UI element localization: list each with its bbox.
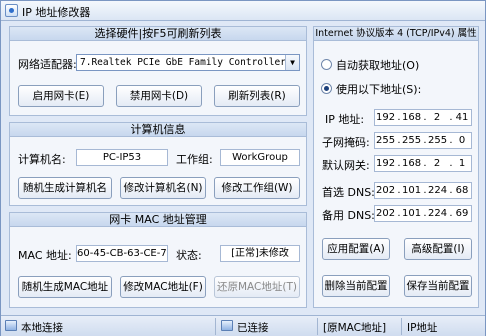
app-window: IP 地址修改器 选择硬件|按F5可刷新列表 网络适配器: 7.Realtek … (0, 0, 486, 336)
gateway-field[interactable]: 192 . 168 . 2 . 1 (374, 155, 472, 172)
ipv4-panel-header: Internet 协议版本 4 (TCP/IPv4) 属性 (314, 27, 478, 41)
subnet-mask-field[interactable]: 255 . 255 . 255 . 0 (374, 132, 472, 149)
mask-octet-3: 255 (428, 135, 448, 146)
ip-octet-1: 192 (376, 112, 396, 123)
mac-panel: 网卡 MAC 地址管理 MAC 地址: 60-45-CB-63-CE-7C 状态… (9, 212, 307, 308)
gateway-octet-4: 1 (458, 158, 466, 169)
gateway-octet-2: 168 (402, 158, 422, 169)
mask-octet-2: 255 (402, 135, 422, 146)
title-bar: IP 地址修改器 (1, 1, 485, 21)
dns2-octet-1: 202 (376, 208, 396, 219)
computer-panel-header: 计算机信息 (10, 123, 306, 137)
computer-panel: 计算机信息 计算机名: PC-IP53 工作组: WorkGroup 随机生成计… (9, 122, 307, 206)
dns2-field[interactable]: 202 . 101 . 224 . 69 (374, 205, 472, 222)
random-computer-name-button[interactable]: 随机生成计算机名 (18, 177, 112, 199)
status-bar: 本地连接 已连接 [原MAC地址] IP地址 (1, 315, 485, 336)
status-ip-state: IP地址 (407, 322, 438, 334)
status-separator (401, 318, 402, 335)
dns1-octet-1: 202 (376, 185, 396, 196)
dns1-field[interactable]: 202 . 101 . 224 . 68 (374, 182, 472, 199)
advanced-config-button[interactable]: 高级配置(I) (404, 238, 472, 260)
save-config-button[interactable]: 保存当前配置 (404, 275, 472, 297)
enable-adapter-button[interactable]: 启用网卡(E) (18, 85, 104, 107)
app-icon (5, 4, 18, 17)
mac-panel-header: 网卡 MAC 地址管理 (10, 213, 306, 227)
auto-address-radio[interactable] (321, 59, 332, 70)
ip-octet-3: 2 (433, 112, 441, 123)
refresh-list-button[interactable]: 刷新列表(R) (214, 85, 300, 107)
ip-octet-2: 168 (402, 112, 422, 123)
hardware-panel: 选择硬件|按F5可刷新列表 网络适配器: 7.Realtek PCIe GbE … (9, 26, 307, 116)
mac-address-label: MAC 地址: (18, 249, 72, 262)
status-connection-name: 本地连接 (21, 322, 63, 334)
ipv4-panel: Internet 协议版本 4 (TCP/IPv4) 属性 自动获取地址(O) … (313, 26, 479, 308)
status-connected: 已连接 (237, 322, 269, 334)
gateway-octet-1: 192 (376, 158, 396, 169)
adapter-select[interactable]: 7.Realtek PCIe GbE Family Controller ▼ (76, 54, 300, 71)
adapter-label: 网络适配器: (18, 58, 77, 71)
random-mac-button[interactable]: 随机生成MAC地址 (18, 276, 112, 298)
ip-address-field[interactable]: 192 . 168 . 2 . 41 (374, 109, 472, 126)
dns2-octet-3: 224 (428, 208, 448, 219)
dns2-label: 备用 DNS: (322, 209, 375, 222)
dns1-octet-2: 101 (402, 185, 422, 196)
dns1-octet-3: 224 (428, 185, 448, 196)
manual-address-radio[interactable] (321, 83, 332, 94)
adapter-select-value: 7.Realtek PCIe GbE Family Controller (80, 57, 286, 68)
network-icon (5, 320, 17, 331)
chevron-down-icon[interactable]: ▼ (285, 55, 299, 70)
dns2-octet-2: 101 (402, 208, 422, 219)
disable-adapter-button[interactable]: 禁用网卡(D) (116, 85, 202, 107)
apply-config-button[interactable]: 应用配置(A) (322, 238, 390, 260)
workgroup-label: 工作组: (176, 153, 213, 166)
workgroup-field[interactable]: WorkGroup (220, 149, 300, 166)
status-mac-state: [原MAC地址] (323, 322, 387, 334)
change-computer-name-button[interactable]: 修改计算机名(N) (120, 177, 206, 199)
mask-octet-4: 0 (458, 135, 466, 146)
computer-name-field[interactable]: PC-IP53 (76, 149, 168, 166)
connected-icon (221, 320, 233, 331)
gateway-label: 默认网关: (322, 159, 370, 172)
dns1-octet-4: 68 (455, 185, 469, 196)
hardware-panel-header: 选择硬件|按F5可刷新列表 (10, 27, 306, 41)
dns1-label: 首选 DNS: (322, 186, 375, 199)
ip-octet-4: 41 (455, 112, 469, 123)
mask-octet-1: 255 (376, 135, 396, 146)
manual-address-label[interactable]: 使用以下地址(S): (336, 81, 421, 97)
ip-address-label: IP 地址: (325, 113, 365, 126)
change-workgroup-button[interactable]: 修改工作组(W) (214, 177, 300, 199)
computer-name-label: 计算机名: (18, 153, 66, 166)
status-separator (317, 318, 318, 335)
dns2-octet-4: 69 (455, 208, 469, 219)
mac-address-field[interactable]: 60-45-CB-63-CE-7C (76, 245, 168, 262)
restore-mac-button[interactable]: 还原MAC地址(T) (214, 276, 300, 298)
gateway-octet-3: 2 (433, 158, 441, 169)
window-title: IP 地址修改器 (22, 6, 91, 19)
subnet-mask-label: 子网掩码: (322, 136, 370, 149)
status-separator (215, 318, 216, 335)
change-mac-button[interactable]: 修改MAC地址(F) (120, 276, 206, 298)
mac-state-field: [正常]未修改 (220, 245, 300, 262)
auto-address-label[interactable]: 自动获取地址(O) (336, 57, 419, 73)
delete-config-button[interactable]: 删除当前配置 (322, 275, 390, 297)
mac-state-label: 状态: (176, 249, 202, 262)
